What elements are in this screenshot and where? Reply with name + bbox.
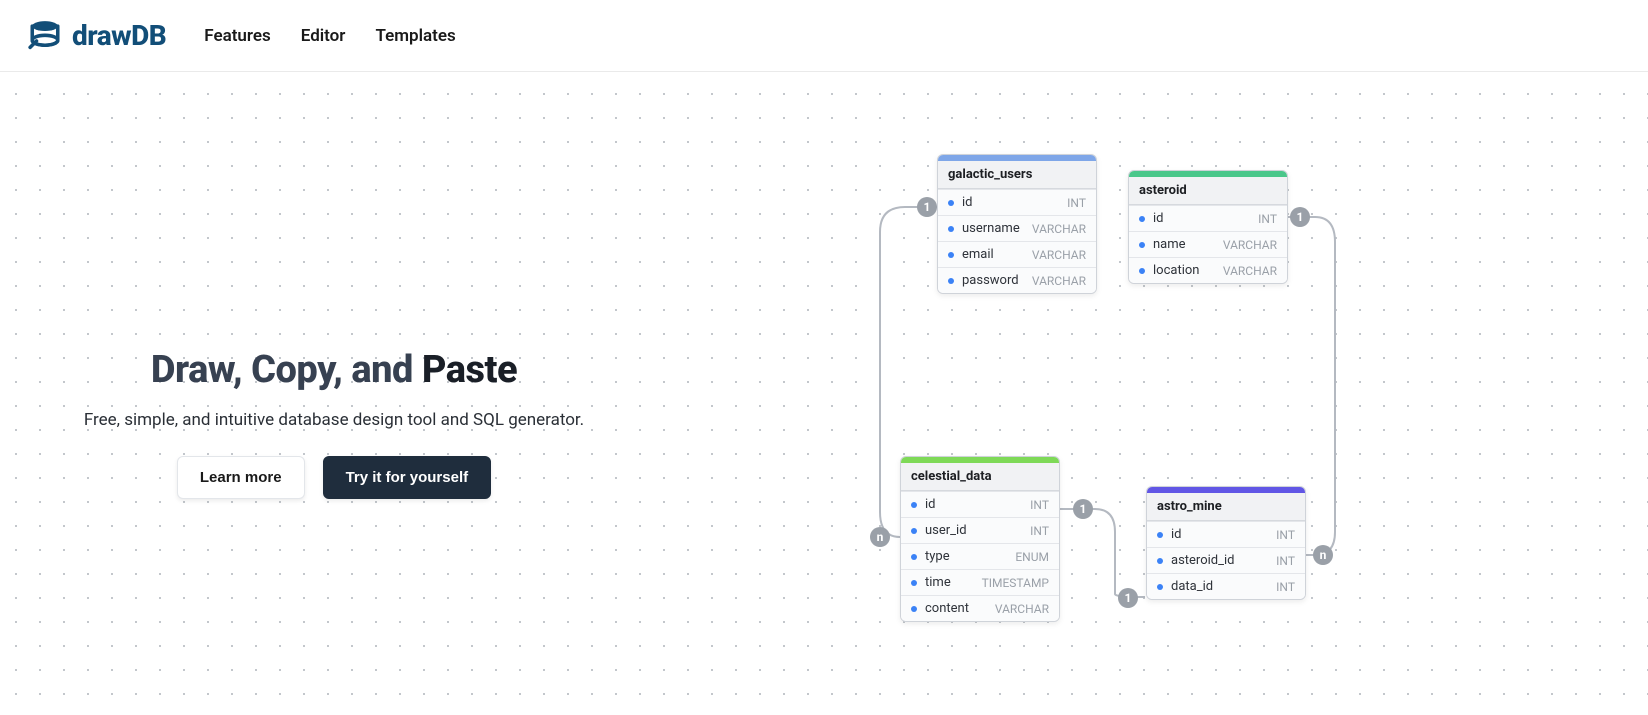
- hero-title: Draw, Copy, and Paste: [0, 348, 668, 392]
- field-name: name: [1153, 237, 1223, 252]
- table-title: celestial_data: [901, 463, 1059, 491]
- field-name: type: [925, 549, 1015, 564]
- table-title: astro_mine: [1147, 493, 1305, 521]
- field-name: time: [925, 575, 982, 590]
- field-name: id: [962, 195, 1067, 210]
- hero-title-emph: Paste: [422, 348, 517, 392]
- field-type: INT: [1276, 554, 1295, 568]
- table-row: contentVARCHAR: [901, 595, 1059, 621]
- brand-logo[interactable]: drawDB: [28, 19, 166, 53]
- field-dot-icon: [911, 554, 917, 560]
- hero-canvas: Draw, Copy, and Paste Free, simple, and …: [0, 72, 1648, 715]
- hero-subtitle: Free, simple, and intuitive database des…: [0, 410, 668, 430]
- hero-title-plain: Draw, Copy, and: [151, 348, 422, 392]
- try-it-button[interactable]: Try it for yourself: [323, 456, 492, 499]
- field-dot-icon: [911, 528, 917, 534]
- app-header: drawDB Features Editor Templates: [0, 0, 1648, 72]
- table-galactic-users[interactable]: galactic_users idINT usernameVARCHAR ema…: [937, 154, 1097, 294]
- table-row: timeTIMESTAMP: [901, 569, 1059, 595]
- field-dot-icon: [1157, 558, 1163, 564]
- nav-features[interactable]: Features: [204, 26, 271, 46]
- cardinality-label: 1: [917, 197, 937, 217]
- table-row: asteroid_idINT: [1147, 547, 1305, 573]
- table-asteroid[interactable]: asteroid idINT nameVARCHAR locationVARCH…: [1128, 170, 1288, 284]
- field-dot-icon: [1157, 532, 1163, 538]
- field-name: id: [925, 497, 1030, 512]
- table-row: passwordVARCHAR: [938, 267, 1096, 293]
- table-row: idINT: [938, 189, 1096, 215]
- field-name: content: [925, 601, 995, 616]
- field-dot-icon: [948, 252, 954, 258]
- field-type: ENUM: [1015, 550, 1049, 564]
- table-row: idINT: [1129, 205, 1287, 231]
- field-name: id: [1171, 527, 1276, 542]
- table-title: galactic_users: [938, 161, 1096, 189]
- field-dot-icon: [911, 580, 917, 586]
- field-dot-icon: [1139, 242, 1145, 248]
- cardinality-label: 1: [1290, 207, 1310, 227]
- field-name: user_id: [925, 523, 1030, 538]
- table-title: asteroid: [1129, 177, 1287, 205]
- brand-name: drawDB: [72, 19, 166, 52]
- table-row: data_idINT: [1147, 573, 1305, 599]
- field-name: id: [1153, 211, 1258, 226]
- table-row: nameVARCHAR: [1129, 231, 1287, 257]
- field-dot-icon: [1157, 584, 1163, 590]
- table-row: emailVARCHAR: [938, 241, 1096, 267]
- field-type: INT: [1276, 528, 1295, 542]
- cardinality-label: 1: [1118, 588, 1138, 608]
- field-name: password: [962, 273, 1032, 288]
- learn-more-button[interactable]: Learn more: [177, 456, 305, 499]
- field-dot-icon: [911, 606, 917, 612]
- hero-text: Draw, Copy, and Paste Free, simple, and …: [0, 348, 668, 499]
- field-dot-icon: [1139, 268, 1145, 274]
- cardinality-label: 1: [1073, 499, 1093, 519]
- main-nav: Features Editor Templates: [204, 26, 455, 46]
- field-type: INT: [1067, 196, 1086, 210]
- nav-templates[interactable]: Templates: [375, 26, 455, 46]
- table-row: locationVARCHAR: [1129, 257, 1287, 283]
- database-icon: [28, 19, 62, 53]
- field-dot-icon: [1139, 216, 1145, 222]
- cardinality-label: n: [1313, 545, 1333, 565]
- table-row: idINT: [1147, 521, 1305, 547]
- table-row: typeENUM: [901, 543, 1059, 569]
- table-row: idINT: [901, 491, 1059, 517]
- field-type: VARCHAR: [995, 602, 1049, 616]
- field-type: INT: [1276, 580, 1295, 594]
- field-name: email: [962, 247, 1032, 262]
- field-type: VARCHAR: [1223, 264, 1277, 278]
- table-row: user_idINT: [901, 517, 1059, 543]
- field-type: INT: [1258, 212, 1277, 226]
- field-type: TIMESTAMP: [982, 576, 1049, 590]
- field-type: VARCHAR: [1223, 238, 1277, 252]
- field-dot-icon: [948, 226, 954, 232]
- table-celestial-data[interactable]: celestial_data idINT user_idINT typeENUM…: [900, 456, 1060, 622]
- cardinality-label: n: [870, 527, 890, 547]
- hero-buttons: Learn more Try it for yourself: [0, 456, 668, 499]
- field-type: INT: [1030, 524, 1049, 538]
- field-type: VARCHAR: [1032, 248, 1086, 262]
- nav-editor[interactable]: Editor: [301, 26, 346, 46]
- field-name: location: [1153, 263, 1223, 278]
- field-dot-icon: [911, 502, 917, 508]
- field-type: VARCHAR: [1032, 274, 1086, 288]
- field-dot-icon: [948, 278, 954, 284]
- table-row: usernameVARCHAR: [938, 215, 1096, 241]
- field-type: VARCHAR: [1032, 222, 1086, 236]
- table-astro-mine[interactable]: astro_mine idINT asteroid_idINT data_idI…: [1146, 486, 1306, 600]
- field-name: asteroid_id: [1171, 553, 1276, 568]
- field-name: username: [962, 221, 1032, 236]
- field-type: INT: [1030, 498, 1049, 512]
- field-dot-icon: [948, 200, 954, 206]
- field-name: data_id: [1171, 579, 1276, 594]
